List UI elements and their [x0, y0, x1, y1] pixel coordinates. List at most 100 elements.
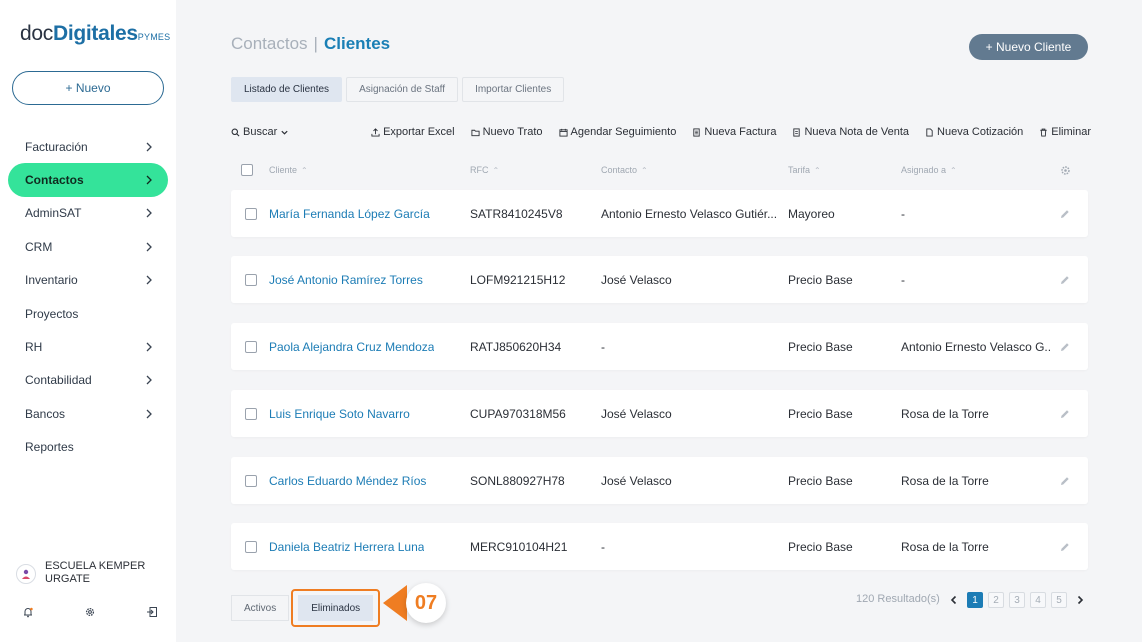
page-button-3[interactable]: 3: [1009, 592, 1025, 608]
row-checkbox[interactable]: [245, 523, 257, 570]
pencil-icon[interactable]: [1059, 208, 1071, 220]
rate-cell: Precio Base: [788, 473, 853, 488]
column-header-label: RFC: [470, 165, 489, 175]
client-name-link[interactable]: Carlos Eduardo Méndez Ríos: [269, 457, 426, 504]
search-icon: [231, 128, 240, 136]
tab-asignacion-staff[interactable]: Asignación de Staff: [346, 77, 459, 102]
column-settings-button[interactable]: [1060, 160, 1071, 180]
sidebar-item-contactos[interactable]: Contactos: [8, 163, 168, 197]
sidebar-item-contabilidad[interactable]: Contabilidad: [8, 364, 168, 397]
rfc-cell: LOFM921215H12: [470, 272, 566, 287]
new-invoice-button[interactable]: Nueva Factura: [692, 126, 776, 138]
client-name-link[interactable]: María Fernanda López García: [269, 190, 430, 237]
action-label: Exportar Excel: [383, 126, 455, 138]
page-button-1[interactable]: 1: [967, 592, 983, 608]
page-button-5[interactable]: 5: [1051, 592, 1067, 608]
client-name-link[interactable]: Paola Alejandra Cruz Mendoza: [269, 323, 434, 370]
rate-cell: Precio Base: [788, 539, 853, 554]
sidebar-item-inventario[interactable]: Inventario: [8, 264, 168, 297]
sidebar-item-label: Proyectos: [25, 306, 79, 321]
sidebar-item-reportes[interactable]: Reportes: [8, 431, 168, 464]
rfc-cell: MERC910104H21: [470, 539, 568, 554]
table-row[interactable]: Luis Enrique Soto Navarro CUPA970318M56 …: [231, 390, 1088, 437]
chevron-right-icon: [146, 142, 152, 152]
sidebar-item-rh[interactable]: RH: [8, 330, 168, 363]
tab-activos[interactable]: Activos: [231, 595, 290, 621]
main-content: Contactos | Clientes + Nuevo Cliente Lista…: [176, 0, 1142, 642]
pencil-icon[interactable]: [1059, 475, 1071, 487]
tab-listado-clientes[interactable]: Listado de Clientes: [231, 77, 343, 102]
chevron-right-icon: [146, 175, 152, 185]
table-row[interactable]: Carlos Eduardo Méndez Ríos SONL880927H78…: [231, 457, 1088, 504]
logout-icon[interactable]: [144, 604, 160, 620]
bell-icon[interactable]: [20, 604, 36, 620]
pencil-icon[interactable]: [1059, 274, 1071, 286]
document-icon: [926, 127, 933, 137]
table-row[interactable]: José Antonio Ramírez Torres LOFM921215H1…: [231, 256, 1088, 303]
pencil-icon[interactable]: [1059, 341, 1071, 353]
gear-icon[interactable]: [82, 604, 98, 620]
client-name-link[interactable]: Daniela Beatriz Herrera Luna: [269, 523, 424, 570]
calendar-icon: [558, 128, 568, 137]
new-quote-button[interactable]: Nueva Cotización: [925, 126, 1023, 138]
contact-cell: José Velasco: [601, 473, 672, 488]
user-name: ESCUELA KEMPER URGATE: [45, 560, 146, 585]
checkbox-box: [245, 273, 257, 286]
row-checkbox[interactable]: [245, 390, 257, 437]
sidebar-item-crm[interactable]: CRM: [8, 230, 168, 263]
client-name-link[interactable]: José Antonio Ramírez Torres: [269, 256, 423, 303]
row-checkbox[interactable]: [245, 256, 257, 303]
new-client-button[interactable]: + Nuevo Cliente: [969, 34, 1088, 60]
new-deal-button[interactable]: Nuevo Trato: [471, 126, 543, 138]
column-header-cliente[interactable]: Cliente ⌃: [269, 160, 308, 180]
delete-button[interactable]: Eliminar: [1039, 126, 1091, 138]
logo-text-pre: doc: [20, 22, 53, 45]
user-account[interactable]: ESCUELA KEMPER URGATE: [16, 560, 166, 586]
rate-cell: Mayoreo: [788, 206, 835, 221]
next-page-button[interactable]: [1072, 592, 1088, 608]
school-logo-icon: [22, 569, 30, 579]
pencil-icon[interactable]: [1059, 408, 1071, 420]
sort-icon: ⌃: [950, 165, 957, 175]
schedule-followup-button[interactable]: Agendar Seguimiento: [558, 126, 676, 138]
column-header-contacto[interactable]: Contacto ⌃: [601, 160, 648, 180]
row-checkbox[interactable]: [245, 457, 257, 504]
column-header-rfc[interactable]: RFC ⌃: [470, 160, 499, 180]
new-sale-note-button[interactable]: Nueva Nota de Venta: [792, 126, 909, 138]
tab-eliminados[interactable]: Eliminados: [298, 595, 374, 621]
assigned-cell: Antonio Ernesto Velasco G...: [901, 339, 1051, 354]
table-row[interactable]: Paola Alejandra Cruz Mendoza RATJ850620H…: [231, 323, 1088, 370]
chevron-left-icon: [950, 595, 957, 605]
search-label: Buscar: [243, 126, 278, 138]
search-dropdown[interactable]: Buscar: [231, 126, 289, 138]
page-button-2[interactable]: 2: [988, 592, 1004, 608]
contact-cell: José Velasco: [601, 272, 672, 287]
column-header-asignado[interactable]: Asignado a ⌃: [901, 160, 957, 180]
page-button-4[interactable]: 4: [1030, 592, 1046, 608]
page-title: Clientes: [323, 34, 391, 53]
table-row[interactable]: María Fernanda López García SATR8410245V…: [231, 190, 1088, 237]
select-all-checkbox[interactable]: [241, 160, 253, 180]
row-checkbox[interactable]: [245, 323, 257, 370]
new-button[interactable]: + Nuevo: [12, 71, 164, 105]
contact-cell: José Velasco: [601, 406, 672, 421]
export-excel-button[interactable]: Exportar Excel: [371, 126, 455, 138]
rate-cell: Precio Base: [788, 272, 853, 287]
breadcrumb-parent[interactable]: Contactos: [231, 34, 308, 53]
sidebar-item-label: Bancos: [25, 406, 66, 421]
gear-icon: [1061, 165, 1070, 175]
tab-importar-clientes[interactable]: Importar Clientes: [462, 77, 565, 102]
sidebar-item-adminsat[interactable]: AdminSAT: [8, 197, 168, 230]
previous-page-button[interactable]: [946, 592, 962, 608]
sidebar-item-proyectos[interactable]: Proyectos: [8, 297, 168, 330]
sidebar-item-bancos[interactable]: Bancos: [8, 397, 168, 430]
table-row[interactable]: Daniela Beatriz Herrera Luna MERC910104H…: [231, 523, 1088, 570]
column-header-tarifa[interactable]: Tarifa ⌃: [788, 160, 821, 180]
pencil-icon[interactable]: [1059, 541, 1071, 553]
sidebar-item-facturacion[interactable]: Facturación: [8, 130, 168, 163]
app-logo[interactable]: docDigitalesPYMES: [20, 22, 170, 46]
client-name-link[interactable]: Luis Enrique Soto Navarro: [269, 390, 410, 437]
row-checkbox[interactable]: [245, 190, 257, 237]
note-icon: [793, 127, 801, 137]
table-header: Cliente ⌃ RFC ⌃ Contacto ⌃ Tarifa ⌃ Asignado…: [231, 160, 1088, 180]
